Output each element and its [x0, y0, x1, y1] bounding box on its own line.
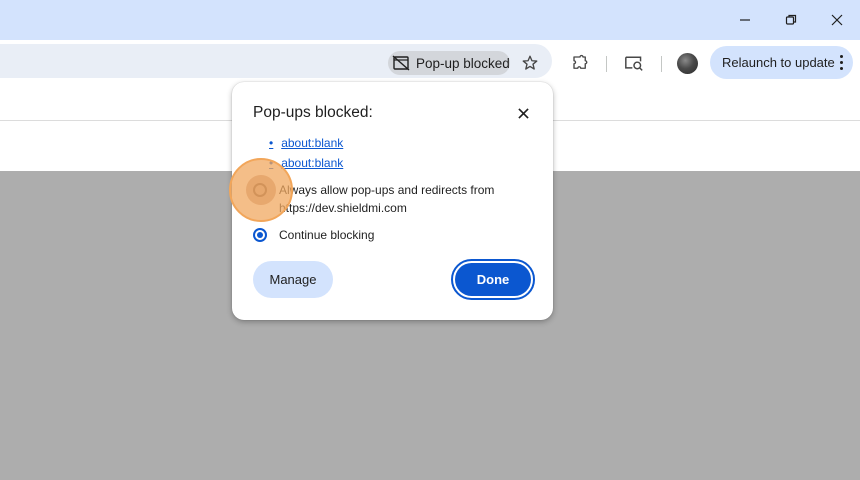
done-label: Done — [455, 263, 531, 296]
toolbar-separator — [606, 56, 607, 72]
popup-blocked-chip[interactable]: Pop-up blocked — [388, 51, 510, 75]
radio-label-line2: https://dev.shieldmi.com — [279, 201, 407, 215]
manage-label: Manage — [269, 272, 317, 287]
radio-label: Always allow pop-ups and redirects from … — [279, 181, 494, 217]
toolbar-separator — [661, 56, 662, 72]
manage-button[interactable]: Manage — [253, 261, 333, 298]
window-titlebar — [0, 0, 860, 40]
cast-search-icon — [625, 56, 643, 71]
link-label: about:blank — [281, 156, 344, 170]
blocked-popup-link[interactable]: • about:blank — [269, 156, 343, 170]
relaunch-to-update-button[interactable]: Relaunch to update — [710, 46, 853, 79]
profile-avatar[interactable] — [677, 53, 698, 74]
extensions-button[interactable] — [566, 49, 594, 77]
blocked-popup-link[interactable]: • about:blank — [269, 136, 343, 150]
link-bullet: • — [269, 156, 274, 170]
star-icon — [522, 55, 538, 70]
cast-search-button[interactable] — [620, 49, 648, 77]
dialog-close-button[interactable] — [512, 102, 534, 124]
more-icon — [839, 55, 843, 70]
dialog-title: Pop-ups blocked: — [253, 104, 373, 121]
restore-icon — [785, 14, 797, 25]
minimize-button[interactable] — [722, 0, 768, 40]
close-icon — [831, 14, 843, 26]
extensions-icon — [573, 54, 588, 69]
popup-blocked-dialog: Pop-ups blocked: • about:blank • about:b… — [232, 82, 553, 320]
relaunch-label: Relaunch to update — [722, 55, 835, 70]
restore-button[interactable] — [768, 0, 814, 40]
radio-label: Continue blocking — [279, 228, 375, 242]
popup-chip-label: Pop-up blocked — [416, 55, 510, 71]
radio-button-unchecked[interactable] — [253, 183, 267, 197]
popup-blocked-icon — [392, 55, 410, 71]
done-button[interactable]: Done — [451, 259, 535, 300]
close-icon — [517, 107, 529, 119]
minimize-icon — [740, 19, 750, 21]
radio-continue-blocking[interactable]: Continue blocking — [253, 226, 374, 244]
radio-button-checked[interactable] — [253, 228, 267, 242]
radio-label-line1: Always allow pop-ups and redirects from — [279, 183, 495, 197]
bookmark-star-button[interactable] — [516, 49, 544, 77]
close-window-button[interactable] — [814, 0, 860, 40]
link-label: about:blank — [281, 136, 344, 150]
radio-always-allow[interactable]: Always allow pop-ups and redirects from … — [253, 181, 494, 217]
link-bullet: • — [269, 136, 274, 150]
